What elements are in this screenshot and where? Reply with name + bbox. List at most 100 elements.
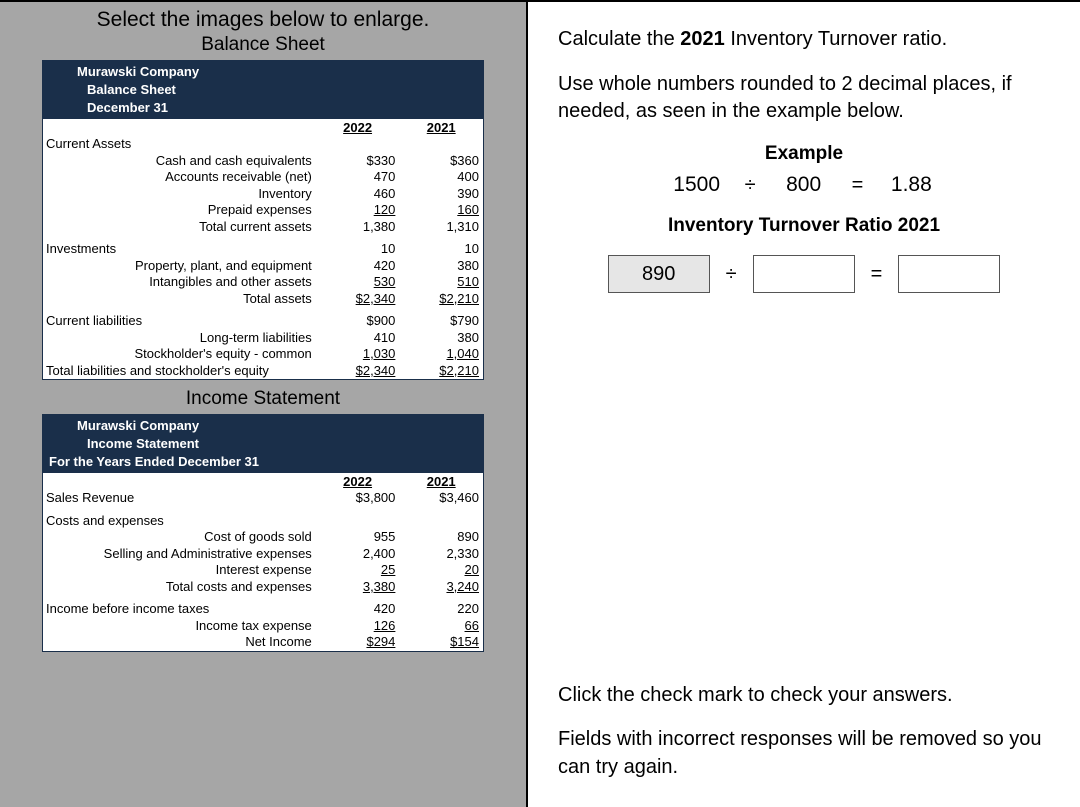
col-header-2022: 2022	[316, 119, 400, 136]
cell-value: 10	[399, 241, 483, 258]
cell-value: 420	[316, 601, 400, 618]
section-current-assets: Current Assets	[43, 136, 316, 153]
equals-icon: =	[852, 174, 864, 197]
row-label: Cash and cash equivalents	[43, 153, 316, 170]
col-header-2022: 2022	[316, 473, 400, 490]
question-text-pre: Calculate the	[558, 28, 680, 50]
cell-value: 10	[316, 241, 400, 258]
col-header-2021: 2021	[399, 119, 483, 136]
footer-line-2: Fields with incorrect responses will be …	[558, 725, 1050, 781]
cell-value: 510	[399, 274, 483, 291]
row-label: Accounts receivable (net)	[43, 169, 316, 186]
example-result: 1.88	[879, 173, 943, 197]
example-label: Example	[558, 143, 1050, 165]
row-label: Sales Revenue	[43, 490, 316, 507]
footer-line-1: Click the check mark to check your answe…	[558, 681, 1050, 709]
company-name: Murawski Company	[43, 61, 483, 81]
cell-value: 66	[399, 618, 483, 635]
numerator-box[interactable]: 890	[608, 255, 710, 293]
cell-value: 2,400	[316, 546, 400, 563]
cell-value: 380	[399, 330, 483, 347]
row-label: Income before income taxes	[43, 601, 316, 618]
cell-value: $2,210	[399, 363, 483, 380]
cell-value: $294	[316, 634, 400, 651]
cell-value: 890	[399, 529, 483, 546]
statement-date: December 31	[43, 99, 483, 119]
company-name: Murawski Company	[43, 415, 483, 435]
answer-row: 890 ÷ =	[558, 255, 1050, 293]
balance-sheet-title: Balance Sheet	[42, 34, 484, 56]
balance-sheet-image[interactable]: Murawski Company Balance Sheet December …	[42, 60, 484, 380]
question-text-post: Inventory Turnover ratio.	[725, 28, 947, 50]
income-statement-image[interactable]: Murawski Company Income Statement For th…	[42, 414, 484, 652]
question-hint: Use whole numbers rounded to 2 decimal p…	[558, 71, 1050, 125]
row-label: Long-term liabilities	[43, 330, 316, 347]
cell-value: $330	[316, 153, 400, 170]
cell-value: 390	[399, 186, 483, 203]
example-numerator: 1500	[665, 173, 729, 197]
denominator-input[interactable]	[753, 255, 855, 293]
cell-value: 2,330	[399, 546, 483, 563]
example-denominator: 800	[772, 173, 836, 197]
statement-name: Income Statement	[43, 435, 483, 453]
equals-icon: =	[871, 263, 883, 286]
row-label: Cost of goods sold	[43, 529, 316, 546]
cell-value: $2,210	[399, 291, 483, 308]
cell-value: 126	[316, 618, 400, 635]
cell-value: 470	[316, 169, 400, 186]
row-label: Income tax expense	[43, 618, 316, 635]
row-label: Intangibles and other assets	[43, 274, 316, 291]
section-costs: Costs and expenses	[43, 513, 316, 530]
cell-value: 420	[316, 258, 400, 275]
result-input[interactable]	[898, 255, 1000, 293]
cell-value: 3,240	[399, 579, 483, 596]
cell-value: $2,340	[316, 363, 400, 380]
cell-value: $3,800	[316, 490, 400, 507]
cell-value: 1,030	[316, 346, 400, 363]
statement-period: For the Years Ended December 31	[43, 453, 483, 473]
cell-value: 220	[399, 601, 483, 618]
row-label: Property, plant, and equipment	[43, 258, 316, 275]
question-panel: Calculate the 2021 Inventory Turnover ra…	[528, 2, 1080, 807]
cell-value: $154	[399, 634, 483, 651]
cell-value: 380	[399, 258, 483, 275]
cell-value: 955	[316, 529, 400, 546]
cell-value: 20	[399, 562, 483, 579]
cell-value: 3,380	[316, 579, 400, 596]
question-prompt: Calculate the 2021 Inventory Turnover ra…	[558, 26, 1050, 53]
row-label: Net Income	[43, 634, 316, 651]
row-label: Total liabilities and stockholder's equi…	[43, 363, 316, 380]
row-label: Total current assets	[43, 219, 316, 236]
cell-value: 1,380	[316, 219, 400, 236]
question-year: 2021	[680, 28, 725, 50]
row-label: Prepaid expenses	[43, 202, 316, 219]
income-statement-title: Income Statement	[42, 388, 484, 410]
cell-value: $360	[399, 153, 483, 170]
cell-value: 120	[316, 202, 400, 219]
reference-panel: Select the images below to enlarge. Bala…	[0, 2, 528, 807]
row-label: Current liabilities	[43, 313, 316, 330]
cell-value: 530	[316, 274, 400, 291]
example-row: 1500 ÷ 800 = 1.88	[558, 173, 1050, 197]
row-label: Selling and Administrative expenses	[43, 546, 316, 563]
cell-value: 410	[316, 330, 400, 347]
row-label: Interest expense	[43, 562, 316, 579]
cell-value: 160	[399, 202, 483, 219]
col-header-2021: 2021	[399, 473, 483, 490]
cell-value: $2,340	[316, 291, 400, 308]
cell-value: 1,310	[399, 219, 483, 236]
row-label: Inventory	[43, 186, 316, 203]
cell-value: 400	[399, 169, 483, 186]
row-label: Total costs and expenses	[43, 579, 316, 596]
enlarge-instruction: Select the images below to enlarge.	[42, 8, 484, 32]
row-label: Total assets	[43, 291, 316, 308]
row-label: Investments	[43, 241, 316, 258]
cell-value: 25	[316, 562, 400, 579]
cell-value: $3,460	[399, 490, 483, 507]
cell-value: 460	[316, 186, 400, 203]
cell-value: $790	[399, 313, 483, 330]
cell-value: 1,040	[399, 346, 483, 363]
ratio-title: Inventory Turnover Ratio 2021	[558, 215, 1050, 237]
footer-instructions: Click the check mark to check your answe…	[558, 681, 1050, 797]
statement-name: Balance Sheet	[43, 81, 483, 99]
